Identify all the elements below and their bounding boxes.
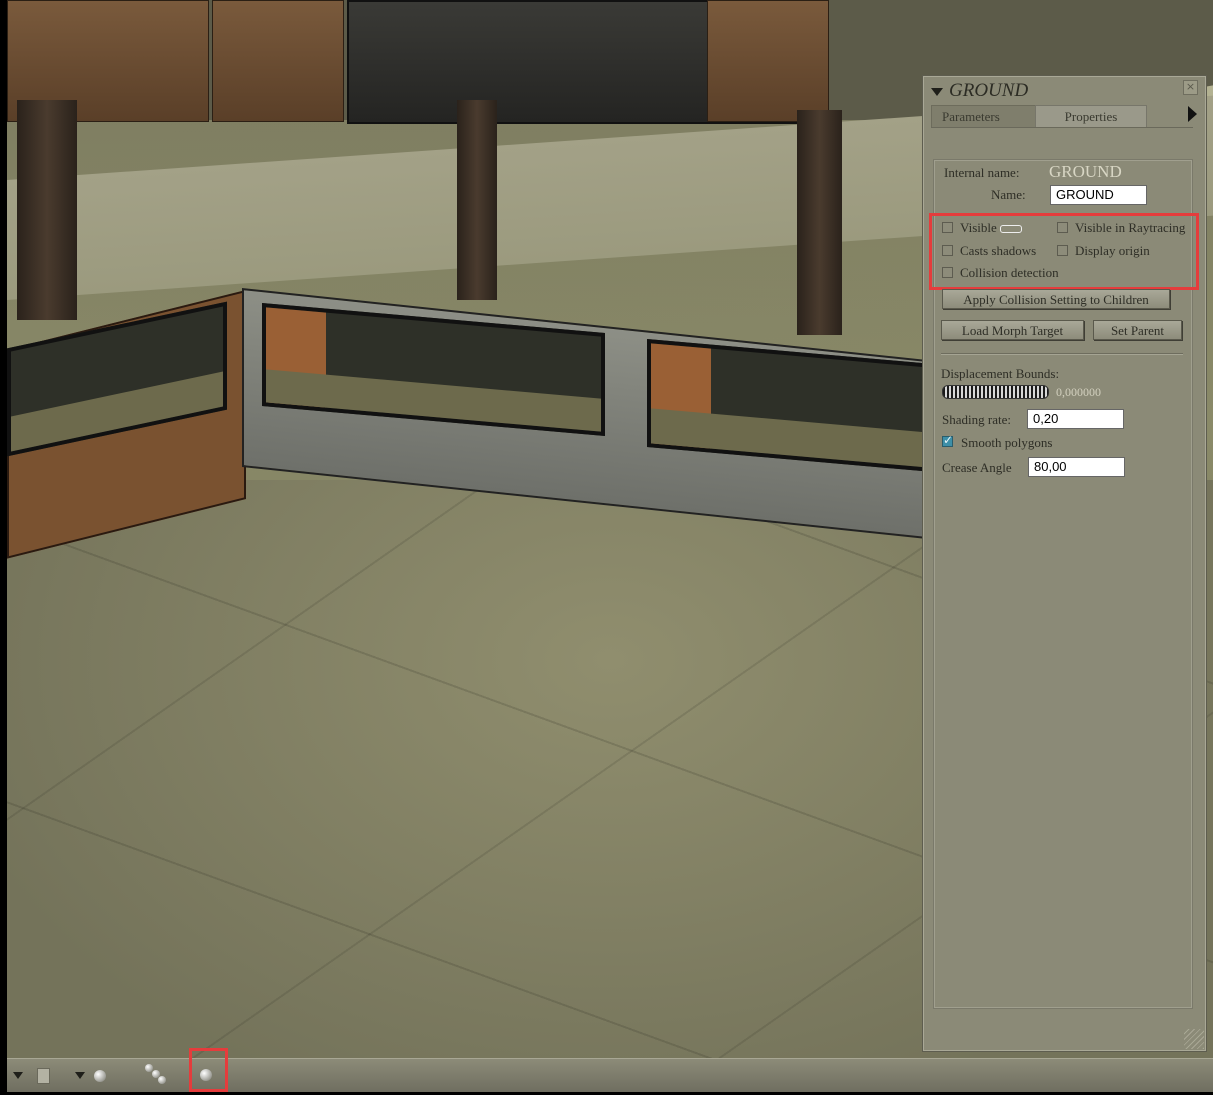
resize-grip-icon[interactable] [1184, 1029, 1204, 1049]
internal-name-value: GROUND [1049, 162, 1122, 181]
dropdown-icon[interactable] [75, 1072, 85, 1079]
internal-name-label: Internal name: [944, 165, 1020, 180]
apply-collision-to-children-button[interactable]: Apply Collision Setting to Children [942, 289, 1170, 309]
displacement-value: 0,000000 [1056, 385, 1101, 399]
palette-title-text: GROUND [949, 80, 1029, 101]
box-icon[interactable] [37, 1068, 50, 1084]
tab-properties[interactable]: Properties [1035, 105, 1147, 128]
table-leg [797, 110, 842, 335]
table-leg [17, 100, 77, 320]
set-parent-button[interactable]: Set Parent [1093, 320, 1182, 340]
name-field[interactable]: GROUND [1050, 185, 1147, 205]
smooth-polygons-label: Smooth polygons [961, 435, 1053, 450]
bottom-toolbar [7, 1058, 1213, 1092]
tab-divider [931, 127, 1193, 128]
load-morph-target-button[interactable]: Load Morph Target [941, 320, 1084, 340]
table-leg [457, 100, 497, 300]
name-label: Name: [991, 187, 1026, 202]
dropdown-icon[interactable] [13, 1072, 23, 1079]
crease-angle-label: Crease Angle [942, 460, 1012, 475]
smooth-polygons-checkbox[interactable] [942, 433, 953, 447]
particles-icon[interactable] [145, 1064, 169, 1086]
separator [941, 353, 1183, 354]
highlight-box-sphere [189, 1048, 228, 1092]
shading-rate-label: Shading rate: [942, 412, 1011, 427]
close-icon[interactable]: × [1183, 80, 1198, 95]
tab-parameters[interactable]: Parameters [931, 105, 1043, 128]
crease-angle-field[interactable]: 80,00 [1028, 457, 1125, 477]
wooden-cabinet-door [212, 0, 344, 122]
cabinet-side [707, 0, 829, 122]
shading-rate-field[interactable]: 0,20 [1027, 409, 1124, 429]
collapse-triangle-icon[interactable] [931, 87, 943, 96]
light-ball-icon[interactable] [94, 1070, 106, 1082]
displacement-dial[interactable] [942, 385, 1049, 399]
displacement-bounds-label: Displacement Bounds: [941, 366, 1060, 381]
tab-menu-arrow-icon[interactable] [1188, 106, 1197, 122]
highlight-box-checkboxes [929, 213, 1199, 290]
palette-title[interactable]: GROUND [931, 80, 1028, 102]
